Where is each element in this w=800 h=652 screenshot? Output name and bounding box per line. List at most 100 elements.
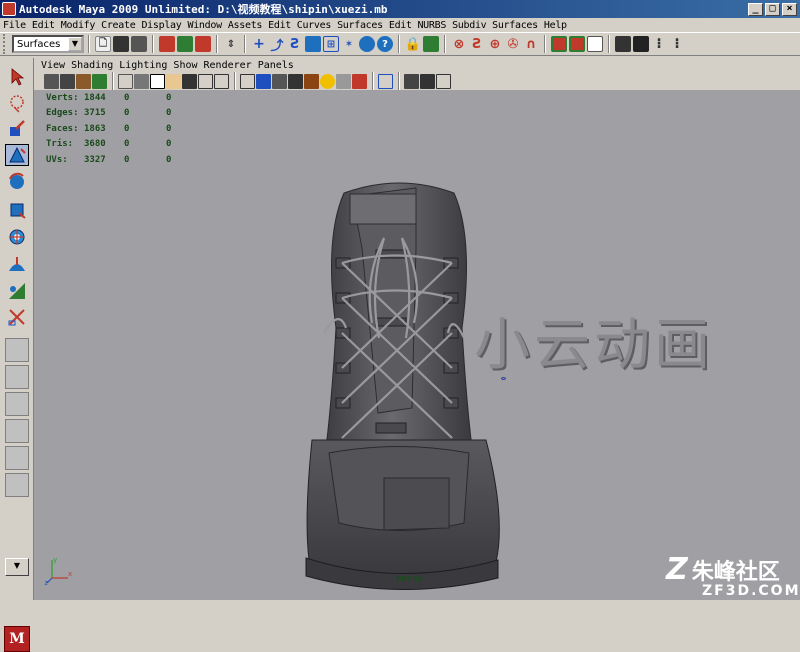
statusline-handle[interactable] [3, 34, 9, 54]
xray-icon[interactable] [288, 73, 303, 89]
open-scene-icon[interactable] [113, 36, 129, 52]
gate-mask-icon[interactable] [166, 73, 181, 89]
film-gate-icon[interactable] [134, 73, 149, 89]
output-connections-icon[interactable] [569, 36, 585, 52]
menu-edit[interactable]: Edit [29, 20, 58, 31]
all-lights-icon[interactable] [336, 73, 351, 89]
manipulator-pivot[interactable] [501, 377, 506, 380]
rotate-tool-icon[interactable] [5, 170, 29, 192]
high-quality-icon[interactable] [420, 73, 435, 89]
field-chart-icon[interactable] [182, 73, 197, 89]
shadows-icon[interactable] [352, 73, 367, 89]
textured-icon[interactable] [304, 73, 319, 89]
menu-modify[interactable]: Modify [58, 20, 98, 31]
scale-tool-icon[interactable] [5, 198, 29, 220]
snap-to-points-icon[interactable]: ⊕ [487, 36, 503, 52]
render-current-frame-icon[interactable] [633, 36, 649, 52]
grid-icon[interactable] [118, 73, 133, 89]
select-by-joints-icon[interactable]: ⤴ [269, 36, 285, 54]
construction-history-icon[interactable] [587, 36, 603, 52]
select-by-rendering-icon[interactable] [359, 36, 375, 52]
persp-outliner-layout-icon[interactable] [5, 392, 29, 416]
hud-toggle-icon[interactable] [436, 73, 451, 89]
smooth-shade-icon[interactable] [256, 73, 271, 89]
isolate-select-icon[interactable] [378, 73, 393, 89]
soft-modification-tool-icon[interactable] [5, 254, 29, 276]
menu-surfaces[interactable]: Surfaces [334, 20, 386, 31]
safe-title-icon[interactable] [214, 73, 229, 89]
hud-value: 3680 [84, 139, 106, 150]
boot-model[interactable] [284, 178, 514, 590]
outliner-persp-graph-layout-icon[interactable] [5, 473, 29, 497]
panel-menu-view[interactable]: View [38, 60, 68, 71]
render-view-icon[interactable] [615, 36, 631, 52]
wireframe-icon[interactable] [240, 73, 255, 89]
panel-menu-panels[interactable]: Panels [255, 60, 297, 71]
maximize-button[interactable]: □ [765, 2, 780, 16]
menu-display[interactable]: Display [138, 20, 184, 31]
panel-menu-show[interactable]: Show [170, 60, 200, 71]
snap-to-view-planes-icon[interactable]: ✇ [505, 36, 521, 52]
show-manipulator-tool-icon[interactable] [5, 280, 29, 302]
persp-hypergraph-layout-icon[interactable] [5, 446, 29, 470]
menu-window[interactable]: Window [184, 20, 224, 31]
chevron-down-icon[interactable]: ▼ [5, 558, 29, 576]
menu-subdiv-surfaces[interactable]: Subdiv Surfaces [449, 20, 541, 31]
menu-set-select[interactable]: Surfaces ▼ [12, 35, 84, 53]
render-settings-icon[interactable]: ⁝ [669, 36, 685, 52]
hud-value: 1844 [84, 92, 106, 103]
select-object-icon[interactable] [177, 36, 193, 52]
ipr-render-icon[interactable]: ⁝ [651, 36, 667, 52]
lasso-tool-icon[interactable] [5, 92, 29, 114]
universal-manipulator-icon[interactable] [5, 226, 29, 248]
move-tool-icon[interactable] [5, 144, 29, 166]
safe-action-icon[interactable] [198, 73, 213, 89]
menu-assets[interactable]: Assets [225, 20, 265, 31]
lock-selection-icon[interactable]: ⇕ [223, 36, 239, 52]
single-perspective-layout-icon[interactable] [5, 338, 29, 362]
input-connections-icon[interactable] [551, 36, 567, 52]
lock-icon[interactable]: 🔒 [405, 36, 421, 52]
make-live-icon[interactable]: ∩ [523, 36, 539, 52]
menu-create[interactable]: Create [98, 20, 138, 31]
panel-menu-bar: View Shading Lighting Show Renderer Pane… [34, 58, 800, 72]
maya-app-icon[interactable] [2, 2, 16, 16]
select-by-deformations-icon[interactable]: ⊞ [323, 36, 339, 52]
highlight-selection-icon[interactable] [423, 36, 439, 52]
camera-attributes-icon[interactable] [60, 73, 75, 89]
xray-joints-icon[interactable] [404, 73, 419, 89]
close-button[interactable]: × [782, 2, 797, 16]
snap-to-curves-icon[interactable]: Ƨ [469, 36, 485, 52]
select-by-surfaces-icon[interactable] [305, 36, 321, 52]
save-scene-icon[interactable] [131, 36, 147, 52]
select-by-curves-icon[interactable]: Ƨ [287, 36, 303, 52]
menu-edit-curves[interactable]: Edit Curves [265, 20, 334, 31]
select-by-dynamics-icon[interactable]: ✶ [341, 36, 357, 52]
select-tool-icon[interactable] [5, 66, 29, 88]
menu-edit-nurbs[interactable]: Edit NURBS [386, 20, 449, 31]
image-plane-icon[interactable] [92, 73, 107, 89]
select-by-misc-icon[interactable]: ? [377, 36, 393, 52]
minimize-button[interactable]: _ [748, 2, 763, 16]
snap-to-grids-icon[interactable]: ⊗ [451, 36, 467, 52]
default-lighting-icon[interactable] [320, 73, 335, 89]
bookmark-icon[interactable] [76, 73, 91, 89]
new-scene-icon[interactable]: 🗋 [95, 36, 111, 52]
paint-select-tool-icon[interactable] [5, 118, 29, 140]
persp-graph-layout-icon[interactable] [5, 419, 29, 443]
panel-menu-renderer[interactable]: Renderer [201, 60, 255, 71]
select-hierarchy-icon[interactable] [159, 36, 175, 52]
select-component-icon[interactable] [195, 36, 211, 52]
last-tool-used-icon[interactable] [5, 306, 29, 328]
wireframe-on-shaded-icon[interactable] [272, 73, 287, 89]
select-camera-icon[interactable] [44, 73, 59, 89]
panel-menu-shading[interactable]: Shading [68, 60, 116, 71]
select-by-handles-icon[interactable]: + [251, 36, 267, 52]
menu-help[interactable]: Help [541, 20, 570, 31]
perspective-viewport[interactable]: Verts: 1844 0 0 Edges: 3715 0 0 Faces: 1… [34, 90, 800, 600]
resolution-gate-icon[interactable] [150, 73, 165, 89]
chevron-down-icon[interactable]: ▼ [68, 37, 82, 51]
menu-file[interactable]: File [0, 20, 29, 31]
four-view-layout-icon[interactable] [5, 365, 29, 389]
panel-menu-lighting[interactable]: Lighting [116, 60, 170, 71]
